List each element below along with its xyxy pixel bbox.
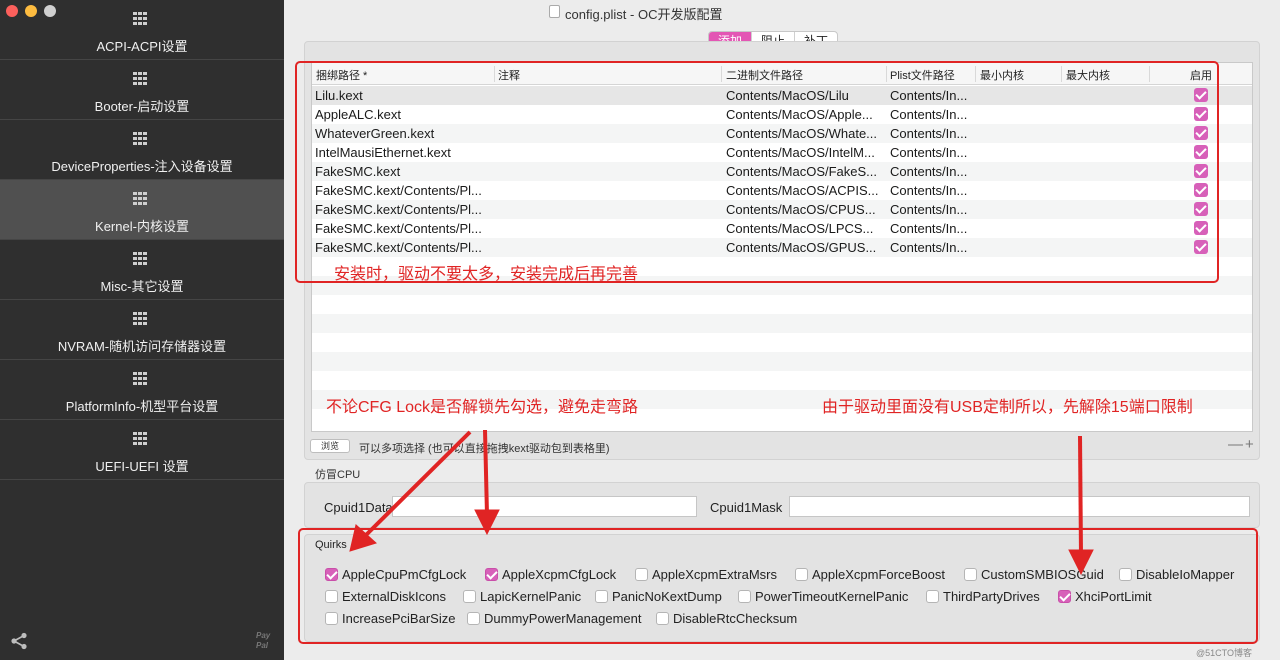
- sidebar-item-label: NVRAM-随机访问存储器设置: [57, 339, 227, 354]
- sidebar-item-label: ACPI-ACPI设置: [96, 39, 188, 54]
- browse-button[interactable]: 浏览: [310, 439, 350, 453]
- list-icon: [133, 252, 148, 267]
- annotation-note-kext: 安装时，驱动不要太多，安装完成后再完善: [334, 266, 639, 283]
- window-title: config.plist - OC开发版配置: [565, 7, 723, 22]
- sidebar-item-label: UEFI-UEFI 设置: [95, 459, 189, 474]
- list-icon: [133, 12, 148, 27]
- empty-row: [312, 352, 1252, 371]
- sidebar-item-acpi[interactable]: ACPI-ACPI设置: [0, 0, 284, 60]
- empty-row: [312, 333, 1252, 352]
- cpuid1-data-label: Cpuid1Data: [324, 500, 393, 515]
- empty-row: [312, 314, 1252, 333]
- annotation-box-kext-table: [295, 61, 1219, 283]
- sidebar-item-label: PlatformInfo-机型平台设置: [65, 399, 219, 414]
- share-icon[interactable]: [10, 632, 28, 650]
- sidebar-item-deviceproperties[interactable]: DeviceProperties-注入设备设置: [0, 120, 284, 180]
- sidebar: ACPI-ACPI设置 Booter-启动设置 DeviceProperties…: [0, 0, 284, 660]
- annotation-note-usb: 由于驱动里面没有USB定制所以，先解除15端口限制: [822, 399, 1193, 416]
- list-icon: [133, 372, 148, 387]
- sidebar-item-label: DeviceProperties-注入设备设置: [51, 159, 233, 174]
- list-icon: [133, 312, 148, 327]
- sidebar-item-label: Kernel-内核设置: [95, 219, 189, 234]
- sidebar-item-label: Booter-启动设置: [94, 99, 190, 114]
- list-icon: [133, 192, 148, 207]
- cpuid1-data-field[interactable]: [392, 496, 697, 517]
- empty-row: [312, 371, 1252, 390]
- empty-row: [312, 295, 1252, 314]
- add-remove-buttons[interactable]: —+: [1228, 436, 1256, 453]
- document-icon: [549, 5, 560, 18]
- paypal-logo[interactable]: Pay Pal: [256, 631, 284, 651]
- title-bar: config.plist - OC开发版配置: [284, 0, 1280, 24]
- annotation-box-quirks: [298, 528, 1258, 644]
- cpuid1-mask-field[interactable]: [789, 496, 1250, 517]
- sidebar-item-uefi[interactable]: UEFI-UEFI 设置: [0, 420, 284, 480]
- sidebar-item-kernel[interactable]: Kernel-内核设置: [0, 180, 284, 240]
- list-icon: [133, 132, 148, 147]
- annotation-note-cfg-lock: 不论CFG Lock是否解锁先勾选，避免走弯路: [326, 399, 639, 416]
- sidebar-item-platforminfo[interactable]: PlatformInfo-机型平台设置: [0, 360, 284, 420]
- cpuid1-mask-label: Cpuid1Mask: [710, 500, 783, 515]
- sidebar-item-nvram[interactable]: NVRAM-随机访问存储器设置: [0, 300, 284, 360]
- cpu-section-title: 仿冒CPU: [315, 469, 361, 481]
- watermark: @51CTO博客: [1196, 648, 1252, 658]
- drag-hint-text: 可以多项选择 (也可以直接拖拽kext驱动包到表格里): [359, 443, 610, 455]
- sidebar-item-label: Misc-其它设置: [100, 279, 184, 294]
- list-icon: [133, 72, 148, 87]
- sidebar-item-booter[interactable]: Booter-启动设置: [0, 60, 284, 120]
- list-icon: [133, 432, 148, 447]
- sidebar-item-misc[interactable]: Misc-其它设置: [0, 240, 284, 300]
